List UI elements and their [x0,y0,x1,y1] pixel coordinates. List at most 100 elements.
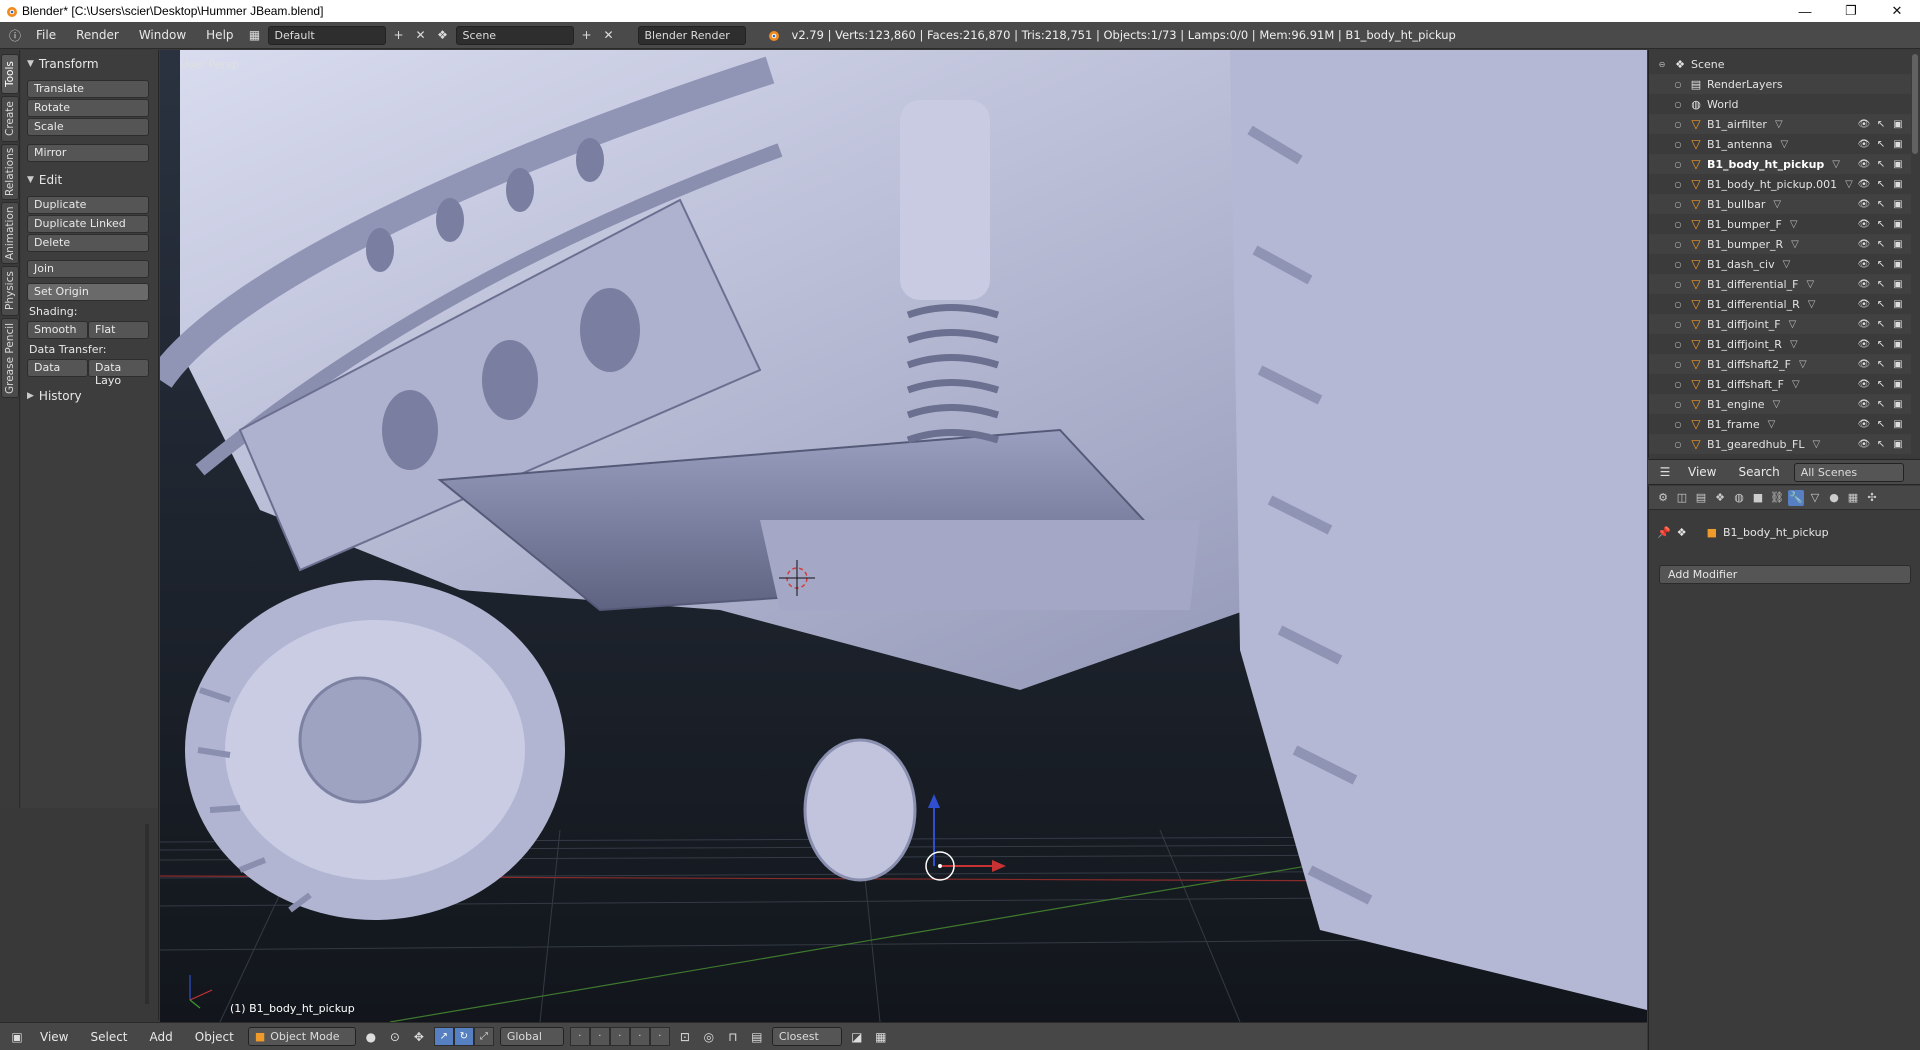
outliner-row[interactable]: ○ ▽ B1_diffjoint_R ▽ 👁 ↖ ▣ [1649,334,1911,354]
outliner-row[interactable]: ○ ▽ B1_engine ▽ 👁 ↖ ▣ [1649,394,1911,414]
outliner-editor-type-icon[interactable]: ☰ [1656,463,1674,481]
visibility-eye-icon[interactable]: 👁 [1857,399,1871,410]
restrict-bullet-icon[interactable]: ○ [1673,100,1683,109]
rotate-manipulator-icon[interactable]: ↻ [453,1027,474,1046]
outliner-row[interactable]: ○ ▽ B1_antenna ▽ 👁 ↖ ▣ [1649,134,1911,154]
outliner-row[interactable]: ⊖ ❖ Scene [1649,54,1911,74]
mesh-data-icon[interactable]: ▽ [1845,179,1853,190]
modifiers-tab-icon[interactable]: 🔧 [1788,489,1804,506]
lock-camera-icon[interactable]: ⊡ [676,1028,694,1046]
render-camera-icon[interactable]: ▣ [1891,299,1905,310]
outliner-row[interactable]: ○ ▽ B1_diffshaft_F ▽ 👁 ↖ ▣ [1649,374,1911,394]
object-tab-icon[interactable]: ■ [1750,490,1766,506]
render-tab-icon[interactable]: ◫ [1674,490,1690,506]
restrict-bullet-icon[interactable]: ○ [1673,220,1683,229]
mesh-data-icon[interactable]: ▽ [1792,379,1800,390]
transform-panel-header[interactable]: ▼ Transform [27,54,152,74]
render-camera-icon[interactable]: ▣ [1891,339,1905,350]
tab-grease-pencil[interactable]: Grease Pencil [1,318,19,398]
translate-manipulator-icon[interactable]: ↗ [433,1027,454,1046]
viewport-shading-icon[interactable]: ● [362,1028,380,1046]
outliner-menu-view[interactable]: View [1680,465,1724,479]
restrict-bullet-icon[interactable]: ○ [1673,280,1683,289]
data-tab-icon[interactable]: ▽ [1807,490,1823,506]
selectability-arrow-icon[interactable]: ↖ [1874,139,1888,150]
selectability-arrow-icon[interactable]: ↖ [1874,439,1888,450]
add-modifier-dropdown[interactable]: Add Modifier [1659,565,1911,584]
outliner-menu-search[interactable]: Search [1730,465,1787,479]
opengl-animation-icon[interactable]: ▦ [872,1028,890,1046]
transform-orientation-dropdown[interactable]: Global [499,1027,564,1046]
restrict-bullet-icon[interactable]: ○ [1673,260,1683,269]
data-transfer-button[interactable]: Data [27,359,88,377]
particles-tab-icon[interactable]: ✣ [1864,490,1880,506]
world-tab-icon[interactable]: ◍ [1731,490,1747,506]
visibility-eye-icon[interactable]: 👁 [1857,319,1871,330]
outliner-row[interactable]: ○ ▽ B1_bumper_R ▽ 👁 ↖ ▣ [1649,234,1911,254]
outliner-item-name[interactable]: B1_diffshaft2_F [1707,358,1791,371]
restrict-bullet-icon[interactable]: ○ [1673,160,1683,169]
visibility-eye-icon[interactable]: 👁 [1857,359,1871,370]
menu-render[interactable]: Render [68,28,127,42]
mesh-data-icon[interactable]: ▽ [1781,139,1789,150]
mirror-button[interactable]: Mirror [27,144,149,162]
selectability-arrow-icon[interactable]: ↖ [1874,419,1888,430]
outliner-item-name[interactable]: Scene [1691,58,1725,71]
tab-create[interactable]: Create [1,96,19,142]
visibility-eye-icon[interactable]: 👁 [1857,279,1871,290]
texture-tab-icon[interactable]: ▦ [1845,490,1861,506]
render-camera-icon[interactable]: ▣ [1891,279,1905,290]
menu-view[interactable]: View [32,1030,76,1044]
restrict-bullet-icon[interactable]: ○ [1673,320,1683,329]
selectability-arrow-icon[interactable]: ↖ [1874,359,1888,370]
selectability-arrow-icon[interactable]: ↖ [1874,339,1888,350]
visibility-eye-icon[interactable]: 👁 [1857,259,1871,270]
3d-viewport[interactable]: User Persp (1) B1_body_ht_pickup [160,50,1647,1022]
scale-manipulator-icon[interactable]: ⤢ [473,1027,494,1046]
render-camera-icon[interactable]: ▣ [1891,419,1905,430]
mesh-data-icon[interactable]: ▽ [1775,119,1783,130]
selectability-arrow-icon[interactable]: ↖ [1874,199,1888,210]
collapse-icon[interactable]: ⊖ [1657,60,1667,69]
render-camera-icon[interactable]: ▣ [1891,159,1905,170]
outliner-row[interactable]: ○ ▽ B1_bullbar ▽ 👁 ↖ ▣ [1649,194,1911,214]
outliner-item-name[interactable]: B1_diffjoint_F [1707,318,1781,331]
tab-animation[interactable]: Animation [1,202,19,264]
restrict-bullet-icon[interactable]: ○ [1673,420,1683,429]
render-camera-icon[interactable]: ▣ [1891,199,1905,210]
menu-help[interactable]: Help [198,28,241,42]
smooth-shading-button[interactable]: Smooth [27,321,88,339]
add-layout-icon[interactable]: + [390,26,408,44]
visibility-eye-icon[interactable]: 👁 [1857,159,1871,170]
mesh-data-icon[interactable]: ▽ [1791,239,1799,250]
menu-add[interactable]: Add [142,1030,181,1044]
visibility-eye-icon[interactable]: 👁 [1857,139,1871,150]
selectability-arrow-icon[interactable]: ↖ [1874,319,1888,330]
outliner-item-name[interactable]: B1_bumper_R [1707,238,1783,251]
info-editor-type-icon[interactable]: ⓘ [6,26,24,44]
material-tab-icon[interactable]: ● [1826,490,1842,506]
remove-scene-icon[interactable]: ✕ [600,26,618,44]
restrict-bullet-icon[interactable]: ○ [1673,440,1683,449]
outliner-row[interactable]: ○ ◍ World [1649,94,1911,114]
visibility-eye-icon[interactable]: 👁 [1857,119,1871,130]
edit-panel-header[interactable]: ▼ Edit [27,170,152,190]
visibility-eye-icon[interactable]: 👁 [1857,179,1871,190]
outliner-row[interactable]: ○ ▽ B1_gearedhub_FL ▽ 👁 ↖ ▣ [1649,434,1911,454]
restrict-bullet-icon[interactable]: ○ [1673,80,1683,89]
selectability-arrow-icon[interactable]: ↖ [1874,299,1888,310]
mesh-data-icon[interactable]: ▽ [1773,199,1781,210]
visibility-eye-icon[interactable]: 👁 [1857,199,1871,210]
mesh-data-icon[interactable]: ▽ [1783,259,1791,270]
outliner-row[interactable]: ○ ▽ B1_body_ht_pickup.001 ▽ 👁 ↖ ▣ [1649,174,1911,194]
mesh-data-icon[interactable]: ▽ [1808,299,1816,310]
flat-shading-button[interactable]: Flat [88,321,149,339]
mesh-data-icon[interactable]: ▽ [1790,219,1798,230]
mesh-data-icon[interactable]: ▽ [1832,159,1840,170]
scene-field[interactable]: Scene [455,25,574,45]
manipulator-toggle-icon[interactable]: ✥ [410,1028,428,1046]
mesh-data-icon[interactable]: ▽ [1806,279,1814,290]
menu-window[interactable]: Window [131,28,194,42]
mesh-data-icon[interactable]: ▽ [1799,359,1807,370]
selectability-arrow-icon[interactable]: ↖ [1874,259,1888,270]
